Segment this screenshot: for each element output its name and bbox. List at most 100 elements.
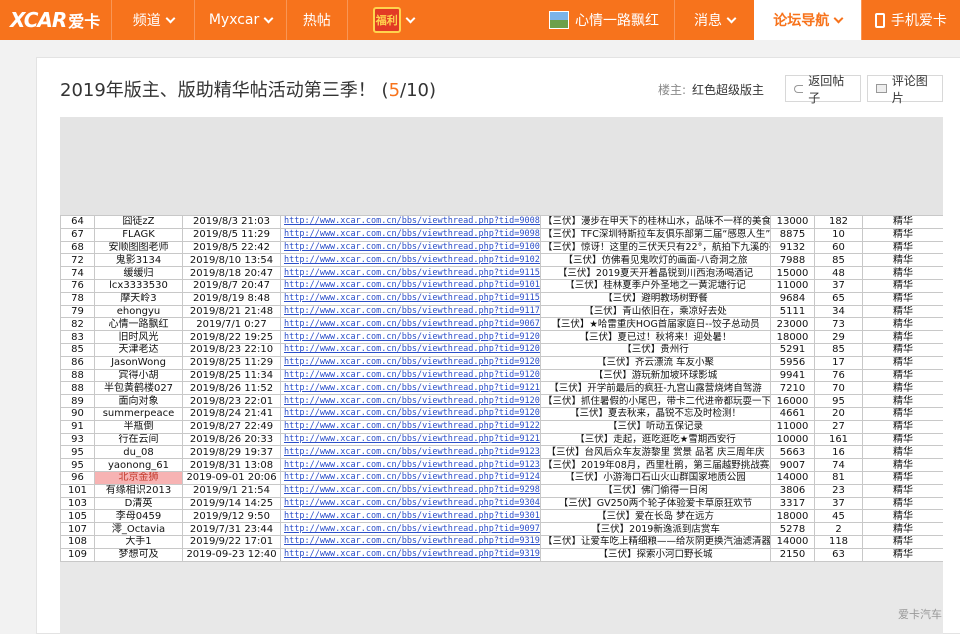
cell-url[interactable]: http://www.xcar.com.cn/bbs/viewthread.ph… <box>280 470 541 485</box>
cell-topic: 【三伏】爱在长岛 梦在远方 <box>540 509 771 524</box>
cell-date: 2019/9/1 21:54 <box>182 483 281 498</box>
cell-no: 74 <box>60 266 95 280</box>
cell-views: 5111 <box>770 304 815 319</box>
cell-views: 13000 <box>770 215 815 229</box>
cell-tag: 精华 <box>862 278 943 293</box>
cell-topic: 【三伏】探索小河口野长城 <box>540 547 771 562</box>
cell-replies: 27 <box>814 419 863 434</box>
cell-url[interactable]: http://www.xcar.com.cn/bbs/viewthread.ph… <box>280 253 541 268</box>
host-info: 楼主: 红色超级版主 <box>658 81 764 98</box>
cell-replies: 34 <box>814 304 863 319</box>
cell-url[interactable]: http://www.xcar.com.cn/bbs/viewthread.ph… <box>280 215 541 229</box>
cell-url[interactable]: http://www.xcar.com.cn/bbs/viewthread.ph… <box>280 496 541 511</box>
cell-no: 78 <box>60 291 95 306</box>
cell-url[interactable]: http://www.xcar.com.cn/bbs/viewthread.ph… <box>280 368 541 383</box>
cell-url[interactable]: http://www.xcar.com.cn/bbs/viewthread.ph… <box>280 266 541 280</box>
cell-name: 囧徒zZ <box>94 215 183 229</box>
cell-url[interactable]: http://www.xcar.com.cn/bbs/viewthread.ph… <box>280 240 541 255</box>
return-icon <box>794 84 804 93</box>
nav-item-myxcar[interactable]: Myxcar <box>194 0 285 40</box>
cell-url[interactable]: http://www.xcar.com.cn/bbs/viewthread.ph… <box>280 381 541 396</box>
comment-image-button[interactable]: 评论图片 <box>867 74 943 105</box>
cell-url[interactable]: http://www.xcar.com.cn/bbs/viewthread.ph… <box>280 445 541 460</box>
cell-url[interactable]: http://www.xcar.com.cn/bbs/viewthread.ph… <box>280 406 541 421</box>
nav-item-hot-posts[interactable]: 热帖 <box>285 0 347 40</box>
table-row: 107 澪_Octavia 2019/7/31 23:44 http://www.xc… <box>60 522 943 536</box>
cell-url[interactable]: http://www.xcar.com.cn/bbs/viewthread.ph… <box>280 355 541 370</box>
cell-no: 93 <box>60 432 95 447</box>
cell-topic: 【三伏】齐云漂流 车友小聚 <box>540 355 771 370</box>
cell-no: 76 <box>60 278 95 293</box>
messages-menu[interactable]: 消息 <box>674 0 753 40</box>
table-row: 64 囧徒zZ 2019/8/3 21:03 http://www.xcar.com.… <box>60 215 943 229</box>
cell-url[interactable]: http://www.xcar.com.cn/bbs/viewthread.ph… <box>280 458 541 472</box>
cell-no: 103 <box>60 496 95 511</box>
cell-url[interactable]: http://www.xcar.com.cn/bbs/viewthread.ph… <box>280 483 541 498</box>
cell-url[interactable]: http://www.xcar.com.cn/bbs/viewthread.ph… <box>280 291 541 306</box>
table-row: 95 du_08 2019/8/29 19:37 http://www.xcar.co… <box>60 445 943 460</box>
cell-url[interactable]: http://www.xcar.com.cn/bbs/viewthread.ph… <box>280 330 541 344</box>
cell-replies: 48 <box>814 266 863 280</box>
cell-topic: 【三伏】游玩新加坡环球影城 <box>540 368 771 383</box>
cell-url[interactable]: http://www.xcar.com.cn/bbs/viewthread.ph… <box>280 419 541 434</box>
nav-item-channel[interactable]: 频道 <box>111 0 194 40</box>
cell-views: 16000 <box>770 394 815 408</box>
table-row: 74 缓缓归 2019/8/18 20:47 http://www.xcar.com.… <box>60 266 943 280</box>
cell-tag: 精华 <box>862 509 943 524</box>
cell-views: 9007 <box>770 458 815 472</box>
cell-date: 2019/8/5 22:42 <box>182 240 281 255</box>
cell-tag: 精华 <box>862 547 943 562</box>
cell-url[interactable]: http://www.xcar.com.cn/bbs/viewthread.ph… <box>280 317 541 332</box>
cell-name: 安顺图图老师 <box>94 240 183 255</box>
cell-date: 2019/8/19 8:48 <box>182 291 281 306</box>
cell-no: 88 <box>60 368 95 383</box>
cell-url[interactable]: http://www.xcar.com.cn/bbs/viewthread.ph… <box>280 394 541 408</box>
cell-no: 85 <box>60 342 95 357</box>
back-to-post-button[interactable]: 返回帖子 <box>785 74 861 105</box>
cell-url[interactable]: http://www.xcar.com.cn/bbs/viewthread.ph… <box>280 509 541 524</box>
cell-replies: 37 <box>814 496 863 511</box>
cell-replies: 17 <box>814 355 863 370</box>
cell-url[interactable]: http://www.xcar.com.cn/bbs/viewthread.ph… <box>280 227 541 242</box>
cell-date: 2019/8/3 21:03 <box>182 215 281 229</box>
cell-tag: 精华 <box>862 496 943 511</box>
cell-topic: 【三伏】走起，逛吃逛吃★雪期西安行 <box>540 432 771 447</box>
cell-date: 2019/9/12 9:50 <box>182 509 281 524</box>
cell-url[interactable]: http://www.xcar.com.cn/bbs/viewthread.ph… <box>280 278 541 293</box>
cell-topic: 【三伏】小游海口石山火山群国家地质公园 <box>540 470 771 485</box>
cell-url[interactable]: http://www.xcar.com.cn/bbs/viewthread.ph… <box>280 547 541 562</box>
post-image[interactable]: 64 囧徒zZ 2019/8/3 21:03 http://www.xcar.com.… <box>60 117 943 634</box>
cell-url[interactable]: http://www.xcar.com.cn/bbs/viewthread.ph… <box>280 342 541 357</box>
cell-url[interactable]: http://www.xcar.com.cn/bbs/viewthread.ph… <box>280 304 541 319</box>
cell-url[interactable]: http://www.xcar.com.cn/bbs/viewthread.ph… <box>280 534 541 549</box>
table-row: 67 FLAGK 2019/8/5 11:29 http://www.xcar.com… <box>60 227 943 242</box>
table-row: 88 半包黄鹤楼027 2019/8/26 11:52 http://www.xcar… <box>60 381 943 396</box>
mobile-xcar-link[interactable]: 手机爱卡 <box>860 0 960 40</box>
cell-date: 2019/9/14 14:25 <box>182 496 281 511</box>
chevron-down-icon <box>726 13 737 23</box>
cell-url[interactable]: http://www.xcar.com.cn/bbs/viewthread.ph… <box>280 522 541 536</box>
page-title: 2019年版主、版助精华帖活动第三季！ (5/10) <box>60 76 436 102</box>
cell-name: lcx3333530 <box>94 278 183 293</box>
page-total: /10) <box>400 80 437 101</box>
cell-name: du_08 <box>94 445 183 460</box>
cell-topic: 【三伏】青山依旧在，乘凉好去处 <box>540 304 771 319</box>
host-name[interactable]: 红色超级版主 <box>692 83 764 97</box>
table-row: 83 旧时风光 2019/8/22 19:25 http://www.xcar.com… <box>60 330 943 344</box>
nav-item-welfare[interactable]: 福利 <box>347 0 438 40</box>
cell-views: 11000 <box>770 278 815 293</box>
xcar-logo[interactable]: XCAR 爱卡 <box>0 0 111 40</box>
watermark: 爱卡汽车 <box>898 608 942 621</box>
cell-tag: 精华 <box>862 483 943 498</box>
cell-replies: 16 <box>814 445 863 460</box>
cell-topic: 【三伏】抓住暑假的小尾巴，带卡二代进帝都玩耍一下 <box>540 394 771 408</box>
cell-views: 18000 <box>770 330 815 344</box>
cell-date: 2019/8/24 21:41 <box>182 406 281 421</box>
user-menu[interactable]: 心情一路飘红 <box>534 0 675 40</box>
cell-url[interactable]: http://www.xcar.com.cn/bbs/viewthread.ph… <box>280 432 541 447</box>
cell-no: 91 <box>60 419 95 434</box>
forum-nav-menu[interactable]: 论坛导航 <box>753 0 861 40</box>
cell-topic: 【三伏】开学前最后的疯狂-九宫山露营烧烤自驾游 <box>540 381 771 396</box>
cell-tag: 精华 <box>862 253 943 268</box>
cell-views: 9132 <box>770 240 815 255</box>
